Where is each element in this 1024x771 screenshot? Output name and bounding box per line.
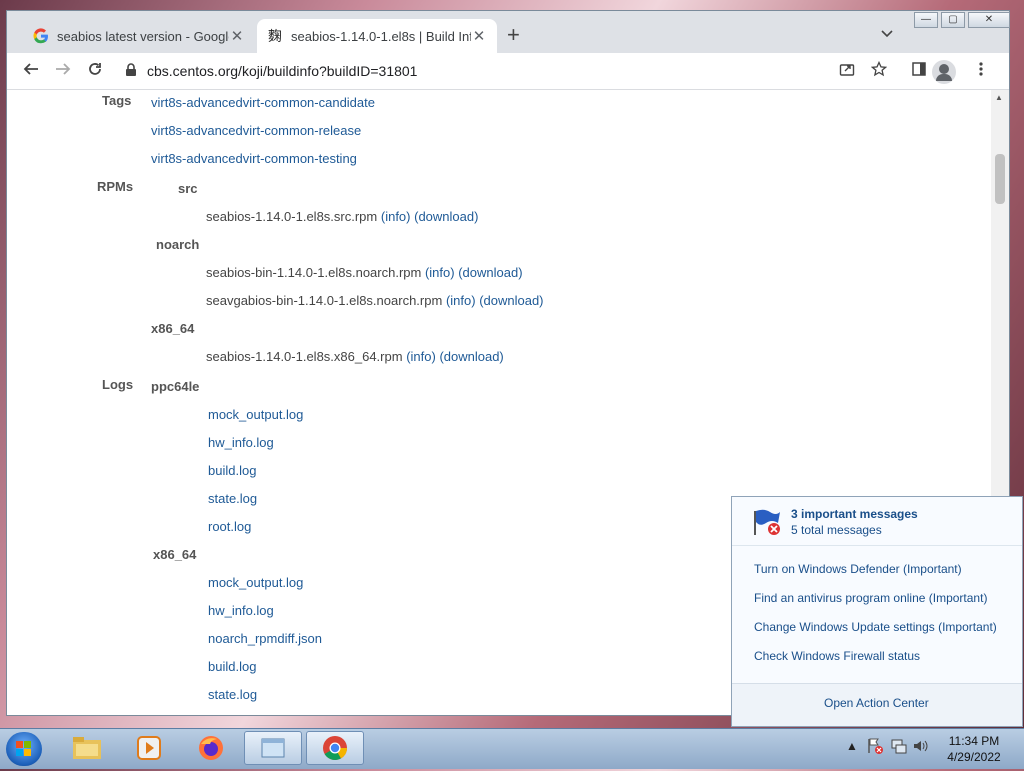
arch-label: x86_64 (153, 547, 197, 562)
firefox-icon (199, 736, 223, 760)
new-tab-button[interactable]: + (507, 24, 520, 46)
profile-avatar[interactable] (932, 60, 956, 84)
arch-label: x86_64 (151, 321, 195, 336)
tab-search-icon[interactable] (881, 27, 893, 41)
log-link[interactable]: state.log (208, 687, 257, 702)
window-taskbar-button[interactable] (244, 731, 302, 765)
rpm-row: seavgabios-bin-1.14.0-1.el8s.noarch.rpm … (206, 293, 544, 308)
action-center-flag-icon (754, 509, 780, 535)
close-tab-icon[interactable]: ✕ (229, 27, 245, 45)
browser-toolbar: cbs.centos.org/koji/buildinfo?buildID=31… (7, 53, 1009, 90)
chrome-taskbar-button[interactable] (306, 731, 364, 765)
info-link[interactable]: (info) (381, 209, 411, 224)
log-link[interactable]: hw_info.log (208, 435, 274, 450)
important-messages-link[interactable]: 3 important messages (791, 507, 918, 521)
bookmark-star-icon[interactable] (870, 60, 888, 82)
tag-link[interactable]: virt8s-advancedvirt-common-release (151, 123, 361, 138)
logs-label: Logs (102, 377, 134, 392)
log-link[interactable]: mock_output.log (208, 407, 303, 422)
log-link[interactable]: hw_info.log (208, 603, 274, 618)
reload-icon[interactable] (87, 61, 103, 83)
log-link[interactable]: mock_output.log (208, 575, 303, 590)
rpm-name: seavgabios-bin-1.14.0-1.el8s.noarch.rpm (206, 293, 443, 308)
log-link[interactable]: build.log (208, 463, 256, 478)
popup-footer: Open Action Center (732, 683, 1022, 726)
rpm-name: seabios-1.14.0-1.el8s.src.rpm (206, 209, 378, 224)
action-center-tray-icon[interactable] (866, 737, 884, 758)
url-text[interactable]: cbs.centos.org/koji/buildinfo?buildID=31… (147, 63, 417, 79)
arch-label: src (178, 181, 198, 196)
tab-title: seabios latest version - Google S (57, 28, 229, 44)
taskbar: ▲ 11:34 PM 4/29/2022 (0, 728, 1024, 769)
chrome-icon (323, 736, 347, 761)
file-explorer-taskbar-button[interactable] (58, 731, 116, 765)
window-switcher-icon (261, 738, 285, 758)
scroll-up-arrow-icon[interactable]: ▲ (995, 93, 1003, 102)
download-link[interactable]: (download) (414, 209, 478, 224)
tags-label: Tags (102, 93, 132, 108)
download-link[interactable]: (download) (479, 293, 543, 308)
back-icon[interactable] (23, 61, 39, 83)
log-link[interactable]: build.log (208, 659, 256, 674)
close-tab-icon[interactable]: ✕ (471, 27, 487, 45)
arch-label: ppc64le (151, 379, 200, 394)
tab-build-info[interactable]: 麴 seabios-1.14.0-1.el8s | Build Info ✕ (257, 19, 497, 53)
scrollbar-thumb[interactable] (995, 154, 1005, 204)
minimize-button[interactable]: — (914, 12, 938, 28)
firefox-taskbar-button[interactable] (182, 731, 240, 765)
total-messages-text: 5 total messages (791, 523, 882, 537)
media-player-icon (137, 736, 161, 760)
rpm-name: seabios-bin-1.14.0-1.el8s.noarch.rpm (206, 265, 422, 280)
volume-icon[interactable] (912, 737, 930, 758)
rpm-row: seabios-1.14.0-1.el8s.src.rpm (info) (do… (206, 209, 478, 224)
folder-icon (73, 737, 101, 759)
log-link[interactable]: state.log (208, 491, 257, 506)
address-bar[interactable]: cbs.centos.org/koji/buildinfo?buildID=31… (113, 57, 873, 85)
start-button[interactable] (6, 732, 42, 766)
download-link[interactable]: (download) (439, 349, 503, 364)
koji-icon: 麴 (268, 28, 282, 44)
rpm-name: seabios-1.14.0-1.el8s.x86_64.rpm (206, 349, 403, 364)
rpm-row: seabios-bin-1.14.0-1.el8s.noarch.rpm (in… (206, 265, 523, 280)
info-link[interactable]: (info) (406, 349, 436, 364)
show-hidden-icons-icon[interactable]: ▲ (846, 739, 858, 753)
popup-header: 3 important messages 5 total messages (732, 497, 1022, 546)
rpm-row: seabios-1.14.0-1.el8s.x86_64.rpm (info) … (206, 349, 504, 364)
window-controls: — ▢ ✕ (911, 12, 1010, 28)
log-link[interactable]: noarch_rpmdiff.json (208, 631, 322, 646)
download-link[interactable]: (download) (458, 265, 522, 280)
arch-label: noarch (156, 237, 200, 252)
tag-link[interactable]: virt8s-advancedvirt-common-testing (151, 151, 357, 166)
action-center-popup: 3 important messages 5 total messages Tu… (731, 496, 1023, 727)
clock[interactable]: 11:34 PM 4/29/2022 (934, 733, 1014, 765)
share-icon[interactable] (839, 61, 855, 82)
action-message-link[interactable]: Turn on Windows Defender (Important) (754, 562, 962, 576)
media-player-taskbar-button[interactable] (120, 731, 178, 765)
close-button[interactable]: ✕ (968, 12, 1010, 28)
network-icon[interactable] (890, 737, 908, 758)
log-link[interactable]: root.log (208, 519, 251, 534)
tab-strip: seabios latest version - Google S ✕ 麴 se… (7, 11, 1010, 53)
menu-icon[interactable] (979, 61, 983, 82)
info-link[interactable]: (info) (425, 265, 455, 280)
clock-date: 4/29/2022 (947, 750, 1001, 764)
google-g-icon (33, 28, 49, 44)
maximize-button[interactable]: ▢ (941, 12, 965, 28)
rpms-label: RPMs (97, 179, 134, 194)
tab-google-search[interactable]: seabios latest version - Google S ✕ (23, 19, 255, 53)
forward-icon[interactable] (55, 61, 71, 83)
side-panel-icon[interactable] (911, 61, 927, 82)
tag-link[interactable]: virt8s-advancedvirt-common-candidate (151, 95, 375, 110)
tab-title: seabios-1.14.0-1.el8s | Build Info (291, 28, 471, 44)
open-action-center-link[interactable]: Open Action Center (824, 696, 929, 710)
info-link[interactable]: (info) (446, 293, 476, 308)
action-message-link[interactable]: Change Windows Update settings (Importan… (754, 620, 997, 634)
clock-time: 11:34 PM (948, 734, 1000, 748)
action-message-link[interactable]: Find an antivirus program online (Import… (754, 591, 987, 605)
action-message-link[interactable]: Check Windows Firewall status (754, 649, 920, 663)
lock-icon[interactable] (125, 62, 137, 80)
